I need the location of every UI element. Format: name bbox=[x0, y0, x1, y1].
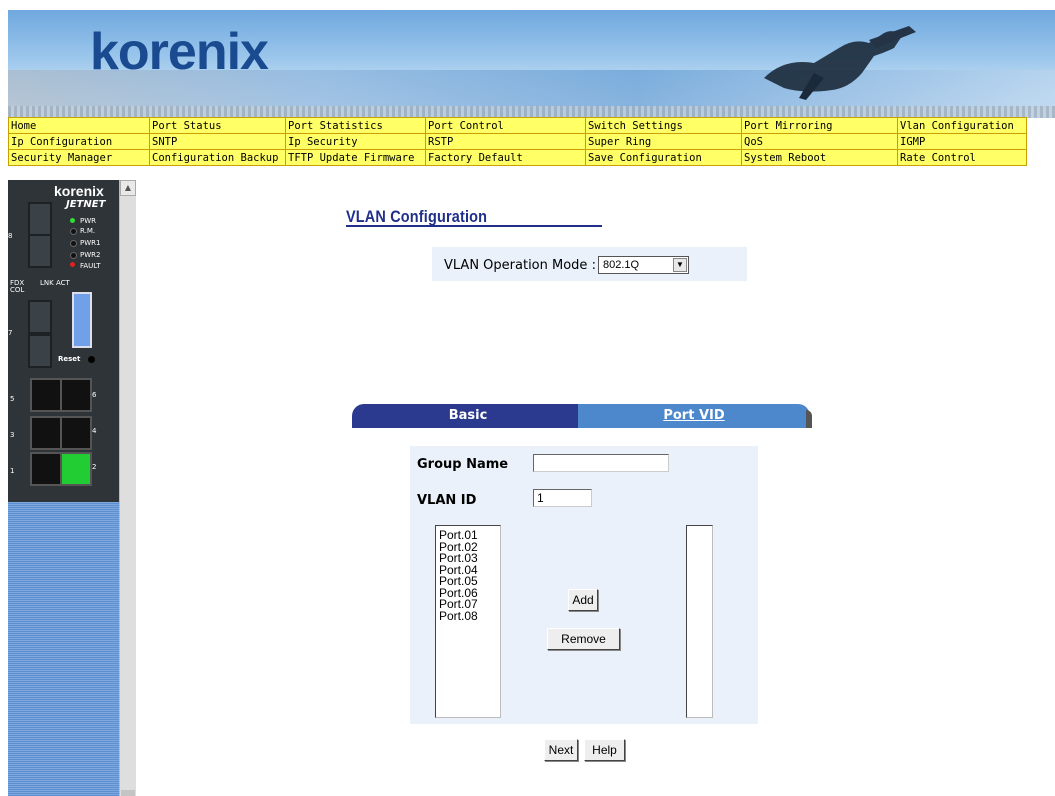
left-frame-scrollbar[interactable]: ▲ bbox=[119, 180, 136, 796]
nav-item-system-reboot[interactable]: System Reboot bbox=[741, 149, 898, 166]
lnk-act-label: LNK ACT bbox=[40, 279, 70, 287]
logo-text: korenix bbox=[90, 23, 269, 81]
sfp-port-7-rx bbox=[28, 334, 52, 368]
help-button[interactable]: Help bbox=[584, 739, 625, 761]
vlan-mode-panel: VLAN Operation Mode : 802.1Q ▼ bbox=[432, 247, 747, 281]
tab-edge bbox=[806, 410, 812, 428]
page-title: VLAN Configuration bbox=[346, 207, 488, 226]
nav-item-switch-settings[interactable]: Switch Settings bbox=[585, 117, 742, 134]
sfp-port-8-tx bbox=[28, 202, 52, 236]
vlan-id-input[interactable] bbox=[533, 489, 592, 507]
sfp-port-7-tx bbox=[28, 300, 52, 334]
led-label: PWR bbox=[80, 217, 97, 225]
nav-row: Ip Configuration SNTP Ip Security RSTP S… bbox=[8, 133, 1027, 150]
led-pwr bbox=[70, 218, 75, 223]
fdx-col-label: FDX COL bbox=[10, 279, 25, 294]
nav-item-factory-default[interactable]: Factory Default bbox=[425, 149, 586, 166]
reset-label: Reset bbox=[58, 355, 81, 363]
switch-front-image: korenix JETNET 8 PWR R.M. PWR1 PWR2 FAUL… bbox=[8, 180, 120, 502]
chevron-down-icon[interactable]: ▼ bbox=[673, 258, 687, 272]
header-banner: korenix bbox=[8, 10, 1055, 118]
tab-basic[interactable]: Basic bbox=[352, 404, 584, 428]
rj45-port-3 bbox=[30, 416, 62, 450]
port-number-8: 8 bbox=[8, 232, 13, 240]
nav-item-tftp-update-firmware[interactable]: TFTP Update Firmware bbox=[285, 149, 426, 166]
led-label: FAULT bbox=[80, 262, 101, 270]
group-name-input[interactable] bbox=[533, 454, 669, 472]
nav-item-ip-security[interactable]: Ip Security bbox=[285, 133, 426, 150]
port-number-4: 4 bbox=[92, 427, 97, 435]
vlan-group-form: Group Name VLAN ID Port.01 Port.02 Port.… bbox=[410, 446, 758, 724]
rj45-port-2-active bbox=[60, 452, 92, 486]
led-rm bbox=[70, 228, 77, 235]
vlan-mode-value: 802.1Q bbox=[603, 259, 640, 271]
tab-basic-label: Basic bbox=[448, 408, 488, 423]
nav-item-security-manager[interactable]: Security Manager bbox=[8, 149, 150, 166]
reset-button bbox=[88, 356, 95, 363]
port-number-1: 1 bbox=[10, 467, 15, 475]
list-item[interactable]: Port.08 bbox=[436, 610, 500, 623]
nav-item-super-ring[interactable]: Super Ring bbox=[585, 133, 742, 150]
nav-row: Home Port Status Port Statistics Port Co… bbox=[8, 117, 1027, 134]
led-label: PWR2 bbox=[80, 251, 101, 259]
rj45-port-5 bbox=[30, 378, 62, 412]
nav-item-port-control[interactable]: Port Control bbox=[425, 117, 586, 134]
nav-item-configuration-backup[interactable]: Configuration Backup bbox=[149, 149, 286, 166]
nav-item-home[interactable]: Home bbox=[8, 117, 150, 134]
nav-item-vlan-configuration[interactable]: Vlan Configuration bbox=[897, 117, 1027, 134]
nav-item-sntp[interactable]: SNTP bbox=[149, 133, 286, 150]
nav-item-qos[interactable]: QoS bbox=[741, 133, 898, 150]
remove-button[interactable]: Remove bbox=[547, 628, 620, 650]
port-number-6: 6 bbox=[92, 391, 97, 399]
nav-item-rate-control[interactable]: Rate Control bbox=[897, 149, 1027, 166]
nav-item-igmp[interactable]: IGMP bbox=[897, 133, 1027, 150]
nav-menu: Home Port Status Port Statistics Port Co… bbox=[8, 117, 1027, 166]
nav-item-save-configuration[interactable]: Save Configuration bbox=[585, 149, 742, 166]
rj45-port-6 bbox=[60, 378, 92, 412]
member-ports-list[interactable] bbox=[686, 525, 713, 718]
nav-item-port-mirroring[interactable]: Port Mirroring bbox=[741, 117, 898, 134]
rj45-port-1 bbox=[30, 452, 62, 486]
led-label: PWR1 bbox=[80, 239, 101, 247]
next-button[interactable]: Next bbox=[544, 739, 578, 761]
led-label: R.M. bbox=[80, 227, 96, 235]
nav-item-port-status[interactable]: Port Status bbox=[149, 117, 286, 134]
device-series: JETNET bbox=[66, 199, 106, 210]
port-number-2: 2 bbox=[92, 463, 97, 471]
led-pwr1 bbox=[70, 240, 77, 247]
available-ports-list[interactable]: Port.01 Port.02 Port.03 Port.04 Port.05 … bbox=[435, 525, 501, 718]
dip-switch bbox=[72, 292, 92, 348]
vlan-mode-select[interactable]: 802.1Q ▼ bbox=[598, 256, 689, 274]
led-fault bbox=[70, 262, 75, 267]
tab-port-vid[interactable]: Port VID bbox=[578, 404, 810, 428]
nav-item-port-statistics[interactable]: Port Statistics bbox=[285, 117, 426, 134]
scroll-thumb[interactable] bbox=[121, 790, 135, 796]
port-number-5: 5 bbox=[10, 395, 15, 403]
add-button[interactable]: Add bbox=[568, 589, 598, 611]
nav-item-rstp[interactable]: RSTP bbox=[425, 133, 586, 150]
korenix-logo: korenix bbox=[90, 23, 269, 81]
rj45-port-4 bbox=[60, 416, 92, 450]
device-panel: korenix JETNET 8 PWR R.M. PWR1 PWR2 FAUL… bbox=[8, 180, 120, 796]
device-brand: korenix bbox=[54, 183, 104, 199]
nav-row: Security Manager Configuration Backup TF… bbox=[8, 149, 1027, 166]
tab-port-vid-label: Port VID bbox=[663, 408, 725, 423]
vlan-mode-label: VLAN Operation Mode : bbox=[444, 258, 596, 273]
group-name-label: Group Name bbox=[417, 457, 509, 472]
sfp-port-8-rx bbox=[28, 234, 52, 268]
surfer-image bbox=[764, 26, 916, 100]
port-number-3: 3 bbox=[10, 431, 15, 439]
port-number-7: 7 bbox=[8, 329, 13, 337]
vlan-id-label: VLAN ID bbox=[417, 493, 477, 508]
led-pwr2 bbox=[70, 252, 77, 259]
nav-item-ip-configuration[interactable]: Ip Configuration bbox=[8, 133, 150, 150]
title-underline bbox=[346, 225, 602, 227]
scroll-up-arrow-icon[interactable]: ▲ bbox=[120, 180, 136, 196]
